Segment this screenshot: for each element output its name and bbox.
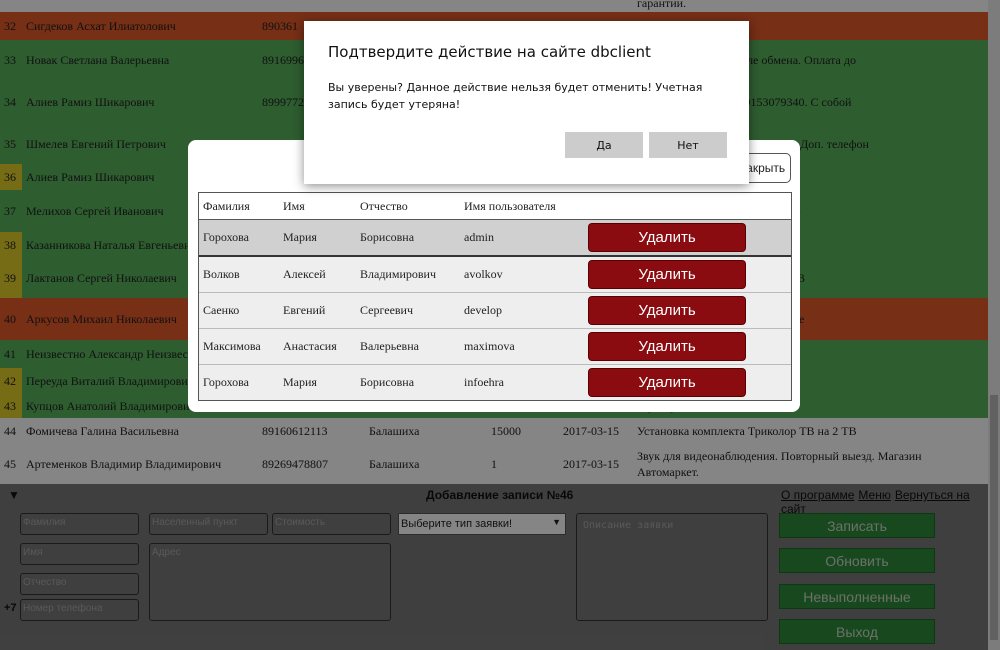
user-firstname: Анастасия xyxy=(283,339,337,353)
user-row[interactable]: Волков Алексей Владимирович avolkov Удалить xyxy=(199,257,791,293)
user-username: develop xyxy=(464,303,502,317)
header-firstname: Имя xyxy=(283,198,305,213)
user-lastname: Максимова xyxy=(203,339,261,353)
user-firstname: Евгений xyxy=(283,303,326,317)
user-firstname: Мария xyxy=(283,230,317,244)
confirm-no-button[interactable]: Нет xyxy=(649,132,727,158)
user-row[interactable]: Горохова Мария Борисовна admin Удалить xyxy=(199,220,791,257)
header-lastname: Фамилия xyxy=(203,198,250,213)
user-firstname: Алексей xyxy=(283,267,326,281)
user-username: infoehra xyxy=(464,375,504,389)
user-patronymic: Борисовна xyxy=(360,230,415,244)
user-lastname: Саенко xyxy=(203,303,240,317)
confirm-dialog: Подтвердите действие на сайте dbclient В… xyxy=(304,21,749,184)
confirm-title: Подтвердите действие на сайте dbclient xyxy=(328,43,651,61)
delete-user-button[interactable]: Удалить xyxy=(589,369,745,396)
user-lastname: Горохова xyxy=(203,375,249,389)
delete-user-button[interactable]: Удалить xyxy=(589,333,745,360)
delete-user-button[interactable]: Удалить xyxy=(589,261,745,288)
user-row[interactable]: Максимова Анастасия Валерьевна maximova Удал… xyxy=(199,329,791,365)
user-row[interactable]: Саенко Евгений Сергеевич develop Удалить xyxy=(199,293,791,329)
user-patronymic: Валерьевна xyxy=(360,339,419,353)
user-username: maximova xyxy=(464,339,515,353)
users-table-header: Фамилия Имя Отчество Имя пользователя xyxy=(199,193,791,220)
user-firstname: Мария xyxy=(283,375,317,389)
user-patronymic: Сергеевич xyxy=(360,303,414,317)
user-patronymic: Борисовна xyxy=(360,375,415,389)
user-lastname: Горохова xyxy=(203,230,249,244)
confirm-message: Вы уверены? Данное действие нельзя будет… xyxy=(328,81,703,111)
delete-user-button[interactable]: Удалить xyxy=(589,224,745,251)
user-username: admin xyxy=(464,230,494,244)
header-patronymic: Отчество xyxy=(360,198,408,213)
users-table: Фамилия Имя Отчество Имя пользователя Го… xyxy=(198,192,792,401)
user-patronymic: Владимирович xyxy=(360,267,436,281)
user-username: avolkov xyxy=(464,267,503,281)
user-row[interactable]: Горохова Мария Борисовна infoehra Удалить xyxy=(199,365,791,400)
confirm-yes-button[interactable]: Да xyxy=(565,132,643,158)
user-lastname: Волков xyxy=(203,267,240,281)
header-username: Имя пользователя xyxy=(464,198,556,213)
delete-user-button[interactable]: Удалить xyxy=(589,297,745,324)
